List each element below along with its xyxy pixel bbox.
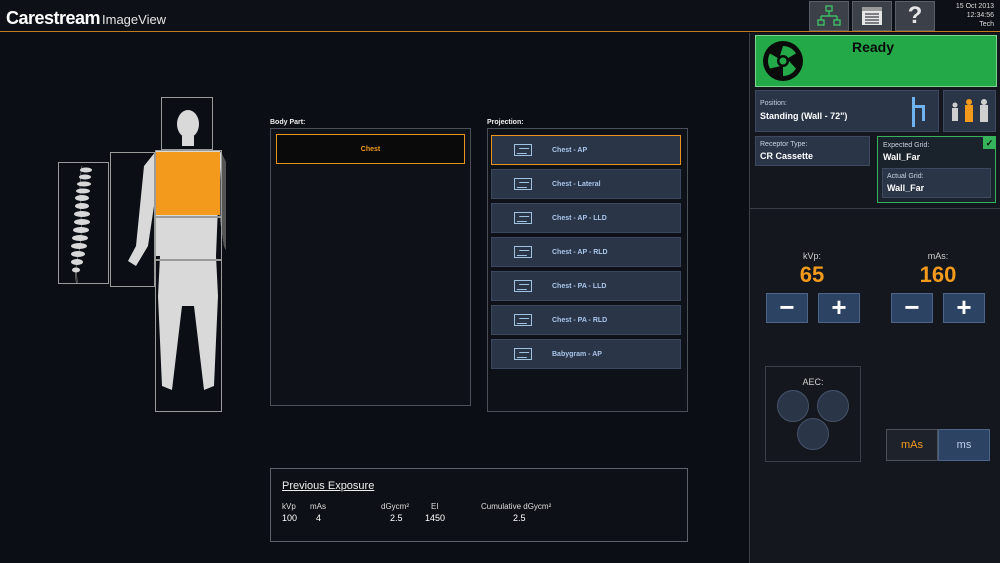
- projection-item[interactable]: Chest - Lateral: [491, 169, 681, 199]
- xray-icon: [514, 246, 532, 258]
- help-icon: ?: [907, 2, 923, 29]
- projection-item[interactable]: Babygram - AP: [491, 339, 681, 369]
- projection-item-label: Chest - PA - LLD: [552, 282, 607, 290]
- worklist-icon: [862, 7, 882, 25]
- mas-value: 160: [919, 262, 957, 287]
- datetime: 15 Oct 2013 12:34:56 Tech: [956, 2, 994, 29]
- xray-icon: [514, 280, 532, 292]
- projection-label: Projection:: [487, 119, 524, 126]
- aec-center-chamber[interactable]: [797, 418, 829, 450]
- body-part-chest[interactable]: Chest: [276, 134, 465, 164]
- spine-region[interactable]: [58, 162, 109, 284]
- projection-item-label: Chest - AP - LLD: [552, 214, 607, 222]
- mas-increase-button[interactable]: +: [943, 293, 985, 323]
- expected-grid-value: Wall_Far: [883, 152, 921, 162]
- position-value: Standing (Wall - 72"): [760, 111, 848, 121]
- receptor-type[interactable]: Receptor Type: CR Cassette: [755, 136, 870, 166]
- projection-item[interactable]: Chest - AP - RLD: [491, 237, 681, 267]
- radiation-icon: [763, 41, 803, 81]
- projection-item-label: Chest - Lateral: [552, 180, 601, 188]
- prev-mas-header: mAs: [310, 502, 326, 511]
- aec-label: AEC:: [802, 377, 824, 387]
- projection-item[interactable]: Chest - AP: [491, 135, 681, 165]
- user-text: Tech: [979, 21, 994, 28]
- prev-dgy-value: 2.5: [390, 513, 403, 523]
- kvp-decrease-button[interactable]: −: [766, 293, 808, 323]
- expected-grid-label: Expected Grid:: [883, 142, 930, 149]
- mas-label: mAs:: [927, 251, 949, 261]
- wall-stand-icon: [912, 97, 925, 127]
- body-part-panel: [270, 128, 471, 406]
- worklist-button[interactable]: [852, 1, 892, 31]
- projection-item[interactable]: Chest - AP - LLD: [491, 203, 681, 233]
- actual-grid: Actual Grid: Wall_Far: [882, 168, 991, 198]
- prev-kvp-value: 100: [282, 513, 298, 523]
- receptor-value: CR Cassette: [760, 151, 814, 161]
- divider: [750, 208, 1000, 209]
- time-text: 12:34:56: [966, 12, 994, 19]
- chest-region[interactable]: [155, 150, 222, 217]
- projection-item-label: Chest - AP: [552, 146, 588, 154]
- projection-item[interactable]: Chest - PA - RLD: [491, 305, 681, 335]
- projection-item[interactable]: Chest - PA - LLD: [491, 271, 681, 301]
- network-icon: [817, 5, 841, 26]
- prev-ei-value: 1450: [425, 513, 446, 523]
- mode-ms-button[interactable]: ms: [938, 429, 990, 461]
- kvp-value: 65: [799, 262, 825, 287]
- receptor-label: Receptor Type:: [760, 141, 808, 148]
- prev-ei-header: EI: [431, 502, 439, 511]
- grid-panel: Expected Grid: Wall_Far Actual Grid: Wal…: [877, 136, 996, 203]
- xray-icon: [514, 212, 532, 224]
- legs-region[interactable]: [155, 260, 222, 412]
- kvp-increase-button[interactable]: +: [818, 293, 860, 323]
- status-text: Ready: [852, 39, 895, 55]
- abdomen-region[interactable]: [155, 217, 222, 260]
- check-icon: ✓: [983, 137, 996, 149]
- status-banner: Ready: [755, 35, 997, 87]
- mas-decrease-button[interactable]: −: [891, 293, 933, 323]
- prev-cum-header: Cumulative dGycm²: [481, 502, 552, 511]
- projection-item-label: Chest - AP - RLD: [552, 248, 608, 256]
- arm-region[interactable]: [110, 152, 155, 287]
- patient-size-icon: [952, 99, 988, 122]
- aec-right-chamber[interactable]: [817, 390, 849, 422]
- kvp-label: kVp:: [802, 251, 821, 261]
- date-text: 15 Oct 2013: [955, 3, 994, 10]
- help-button[interactable]: ?: [895, 1, 935, 31]
- patient-size-button[interactable]: [943, 90, 996, 132]
- previous-exposure-panel: Previous Exposure kVp mAs dGycm² EI Cumu…: [270, 468, 688, 542]
- xray-icon: [514, 144, 532, 156]
- prev-mas-value: 4: [316, 513, 322, 523]
- xray-icon: [514, 348, 532, 360]
- network-button[interactable]: [809, 1, 849, 31]
- position-selector[interactable]: Position: Standing (Wall - 72"): [755, 90, 939, 132]
- mode-mas-button[interactable]: mAs: [886, 429, 938, 461]
- actual-grid-value: Wall_Far: [887, 183, 925, 193]
- prev-kvp-header: kVp: [282, 502, 296, 511]
- aec-selector: AEC:: [765, 366, 861, 462]
- position-label: Position:: [760, 100, 787, 107]
- xray-icon: [514, 178, 532, 190]
- head-region[interactable]: [161, 97, 213, 150]
- prev-cum-value: 2.5: [513, 513, 526, 523]
- aec-left-chamber[interactable]: [777, 390, 809, 422]
- xray-icon: [514, 314, 532, 326]
- previous-exposure-title: Previous Exposure: [282, 480, 375, 492]
- actual-grid-label: Actual Grid:: [887, 173, 924, 180]
- product-name: ImageView: [102, 12, 167, 27]
- brand-logo: Carestream: [6, 8, 101, 28]
- projection-item-label: Babygram - AP: [552, 350, 602, 358]
- projection-item-label: Chest - PA - RLD: [552, 316, 608, 324]
- body-part-label: Body Part:: [270, 119, 306, 126]
- app-header: Carestream ImageView ? 15 Oct 2013 12:34…: [0, 0, 1000, 32]
- prev-dgy-header: dGycm²: [381, 502, 409, 511]
